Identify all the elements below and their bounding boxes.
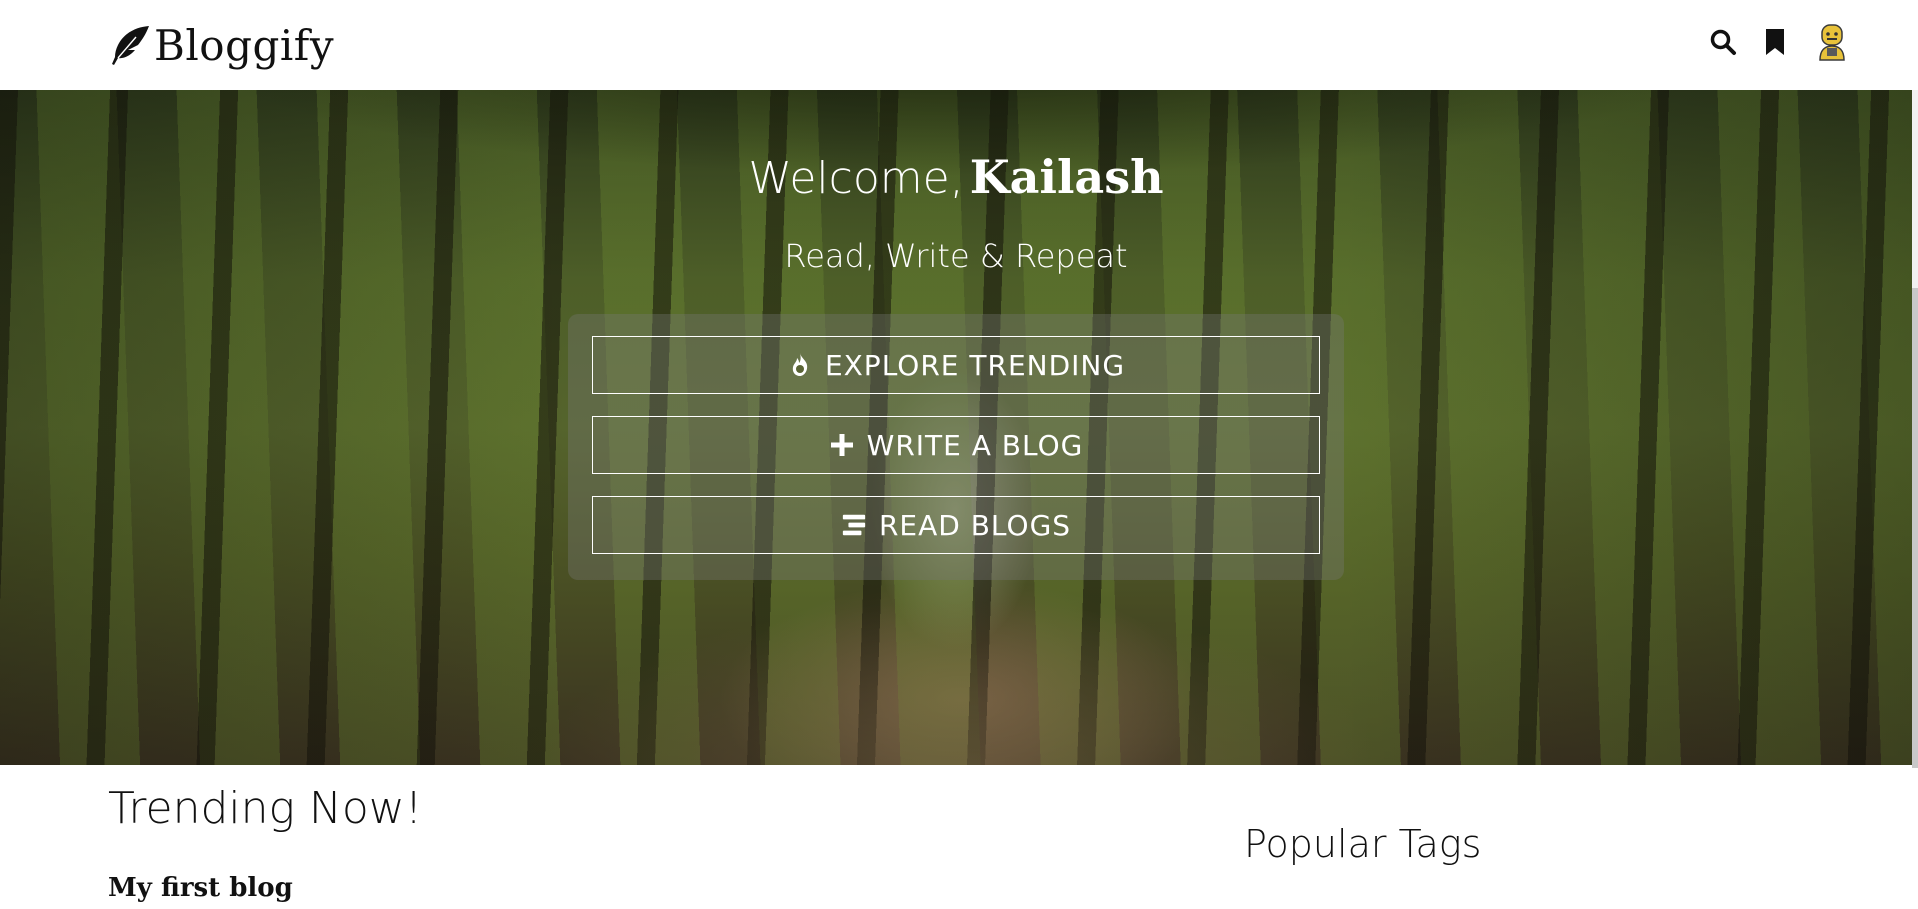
trending-heading: Trending Now! (108, 783, 423, 834)
quill-feather-icon (112, 26, 149, 65)
plus-icon (830, 434, 853, 456)
hero-tagline: Read, Write & Repeat (784, 237, 1128, 275)
write-blog-label: WRITE A BLOG (866, 428, 1084, 462)
read-blogs-button[interactable]: READ BLOGS (592, 496, 1320, 554)
blog-post-title-link[interactable]: My first blog (108, 873, 293, 903)
header-actions (1708, 18, 1852, 66)
brand-name: Bloggify (154, 20, 335, 70)
scrollbar-thumb[interactable] (1912, 288, 1918, 768)
fire-icon (792, 353, 808, 376)
popular-tags-heading: Popular Tags (1244, 822, 1482, 866)
user-name: Kailash (969, 150, 1164, 204)
user-avatar[interactable] (1812, 22, 1852, 62)
list-icon (842, 514, 866, 536)
welcome-heading: Welcome, Kailash (0, 150, 1912, 204)
explore-trending-button[interactable]: EXPLORE TRENDING (592, 336, 1320, 394)
read-blogs-label: READ BLOGS (878, 508, 1072, 542)
write-blog-button[interactable]: WRITE A BLOG (592, 416, 1320, 474)
welcome-word: Welcome, (748, 153, 964, 204)
brand-logo-link[interactable]: Bloggify (108, 16, 334, 74)
hero-action-panel: EXPLORE TRENDING WRITE A BLOG READ BLOGS (568, 314, 1344, 580)
search-icon[interactable] (1708, 27, 1738, 57)
explore-trending-label: EXPLORE TRENDING (824, 348, 1126, 382)
top-navbar: Bloggify (0, 0, 1918, 90)
bookmark-icon[interactable] (1760, 27, 1790, 57)
